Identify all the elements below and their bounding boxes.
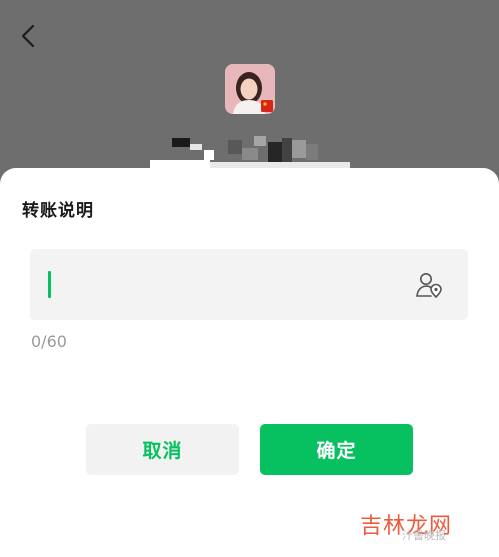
note-input-box[interactable] — [30, 249, 468, 320]
avatar — [225, 64, 275, 114]
cancel-button[interactable]: 取消 — [86, 424, 239, 475]
chevron-left-icon — [21, 24, 35, 48]
transfer-note-sheet: 转账说明 0/60 取消 确定 — [0, 168, 499, 557]
sheet-title: 转账说明 — [22, 201, 94, 221]
text-caret — [48, 271, 51, 298]
blurred-contact-name — [150, 130, 360, 170]
confirm-button[interactable]: 确定 — [260, 424, 413, 475]
avatar-photo — [225, 64, 275, 114]
back-button[interactable] — [14, 20, 46, 52]
char-counter: 0/60 — [31, 332, 67, 351]
note-input[interactable] — [58, 263, 422, 308]
sub-watermark-text: 汁書晚报 — [402, 529, 446, 542]
contact-location-icon — [416, 273, 442, 298]
flag-badge-icon — [261, 100, 273, 112]
contact-picker-button[interactable] — [414, 270, 444, 300]
